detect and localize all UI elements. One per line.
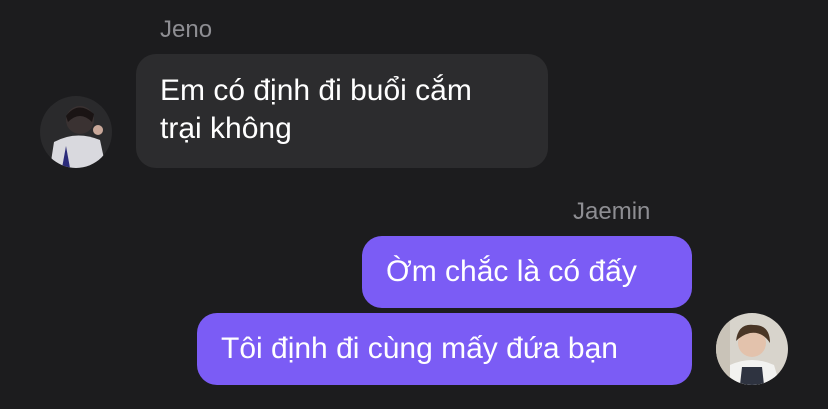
sender-name-jeno: Jeno (160, 16, 213, 43)
message-bubble-outgoing[interactable]: Ờm chắc là có đấy (362, 236, 692, 308)
jeno-avatar-photo (40, 96, 112, 168)
sender-name-jaemin: Jaemin (573, 198, 651, 225)
message-bubble-incoming[interactable]: Em có định đi buổi cắm trại không (136, 54, 548, 168)
message-text-line: Tôi định đi cùng mấy đứa bạn (221, 332, 618, 365)
avatar-jaemin[interactable] (716, 313, 788, 385)
message-text-line: Em có định đi buổi cắm (160, 74, 472, 107)
jaemin-avatar-photo (716, 313, 788, 385)
message-text-line: trại không (160, 112, 292, 145)
message-text-line: Ờm chắc là có đấy (386, 255, 637, 288)
avatar-jeno[interactable] (40, 96, 112, 168)
message-bubble-outgoing[interactable]: Tôi định đi cùng mấy đứa bạn (197, 313, 692, 385)
